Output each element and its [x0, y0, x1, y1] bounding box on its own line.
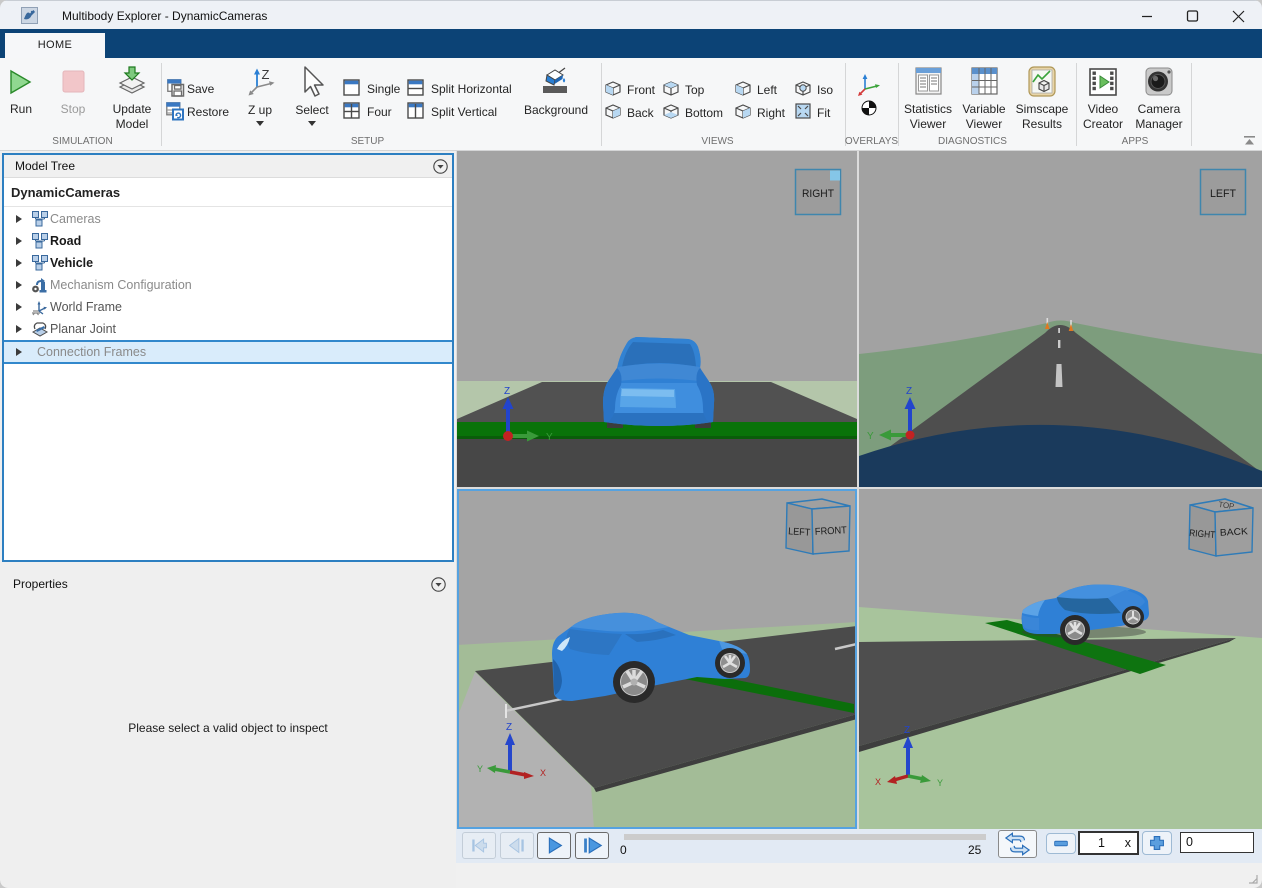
svg-text:Y: Y — [546, 432, 553, 443]
svg-text:Z: Z — [904, 725, 910, 736]
svg-text:LEFT: LEFT — [1210, 188, 1236, 200]
svg-text:BACK: BACK — [1220, 526, 1249, 538]
svg-text:RIGHT: RIGHT — [1189, 528, 1216, 541]
svg-text:Z: Z — [906, 386, 912, 397]
svg-text:FRONT: FRONT — [815, 525, 848, 538]
svg-text:Z: Z — [506, 722, 512, 733]
svg-text:Y: Y — [937, 778, 943, 788]
svg-text:Z: Z — [504, 386, 510, 397]
svg-text:X: X — [540, 768, 546, 778]
svg-text:Y: Y — [477, 764, 483, 774]
svg-text:Z: Z — [262, 67, 270, 82]
svg-text:Y: Y — [867, 431, 874, 442]
svg-text:RIGHT: RIGHT — [802, 188, 834, 200]
svg-text:LEFT: LEFT — [788, 526, 811, 539]
svg-text:X: X — [875, 777, 881, 787]
